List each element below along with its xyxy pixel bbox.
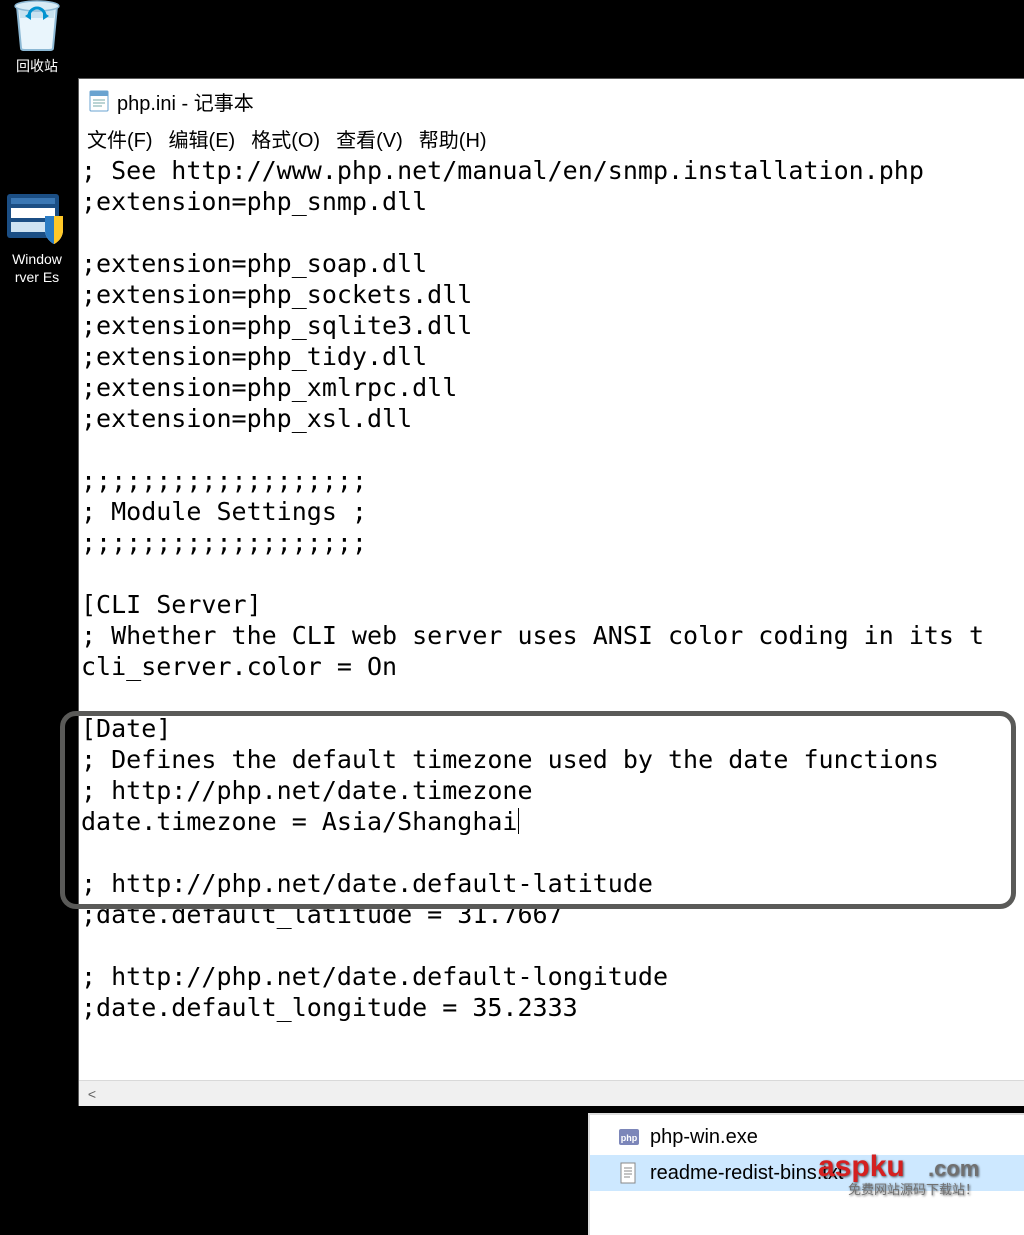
recycle-bin-glyph — [9, 0, 65, 52]
menu-edit[interactable]: 编辑(E) — [165, 124, 240, 153]
recycle-bin-icon[interactable]: 回收站 — [0, 0, 74, 76]
server-essentials-icon[interactable]: Window rver Es — [0, 188, 76, 286]
php-exe-icon: php — [618, 1126, 640, 1148]
menubar: 文件(F) 编辑(E) 格式(O) 查看(V) 帮助(H) — [79, 123, 1024, 153]
text-area[interactable]: ; See http://www.php.net/manual/en/snmp.… — [79, 153, 1024, 1080]
file-name: readme-redist-bins.txt — [650, 1162, 843, 1185]
server-essentials-label-2: rver Es — [0, 268, 76, 286]
server-essentials-label-1: Window — [0, 250, 76, 268]
notepad-icon — [87, 89, 111, 113]
txt-file-icon — [618, 1162, 640, 1184]
menu-help[interactable]: 帮助(H) — [415, 124, 491, 153]
window-title: php.ini - 记事本 — [117, 87, 254, 116]
menu-view[interactable]: 查看(V) — [332, 124, 407, 153]
scroll-track[interactable] — [105, 1081, 1024, 1106]
server-essentials-glyph — [5, 188, 69, 246]
menu-file[interactable]: 文件(F) — [83, 124, 157, 153]
file-name: php-win.exe — [650, 1126, 758, 1149]
file-row[interactable]: readme-redist-bins.txt — [590, 1155, 1024, 1191]
horizontal-scrollbar[interactable]: < — [79, 1080, 1024, 1106]
titlebar[interactable]: php.ini - 记事本 — [79, 79, 1024, 123]
svg-text:php: php — [621, 1133, 638, 1143]
text-content-after: ; http://php.net/date.default-latitude ;… — [81, 869, 668, 1022]
scroll-left-arrow[interactable]: < — [79, 1081, 105, 1106]
file-row[interactable]: php php-win.exe — [590, 1119, 1024, 1155]
text-content-before: ; See http://www.php.net/manual/en/snmp.… — [81, 156, 984, 836]
notepad-window: php.ini - 记事本 文件(F) 编辑(E) 格式(O) 查看(V) 帮助… — [78, 78, 1024, 1106]
menu-format[interactable]: 格式(O) — [247, 124, 324, 153]
file-list: php php-win.exe readme-redist-bins.txt — [588, 1113, 1024, 1235]
text-caret — [518, 808, 519, 834]
recycle-bin-label: 回收站 — [0, 56, 74, 76]
